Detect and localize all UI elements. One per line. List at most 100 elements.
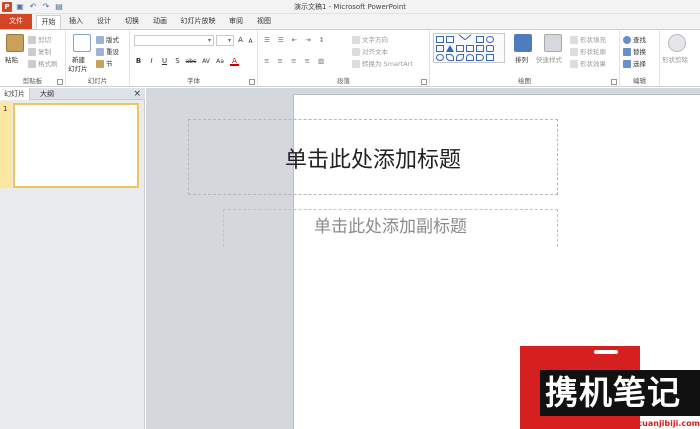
textbox-shape-icon[interactable] (446, 36, 454, 43)
rectangle-shape-icon[interactable] (436, 36, 444, 43)
layout-button[interactable]: 版式 (96, 34, 119, 44)
rect4-shape-icon[interactable] (456, 45, 464, 52)
curve-shape-icon[interactable] (446, 54, 454, 61)
tab-design[interactable]: 设计 (92, 15, 116, 29)
title-placeholder-text: 单击此处添加标题 (284, 148, 461, 173)
paste-icon[interactable] (6, 34, 24, 52)
line2-shape-icon[interactable] (464, 34, 476, 45)
reset-button[interactable]: 重设 (96, 46, 119, 56)
select-label: 选择 (633, 60, 646, 68)
char-spacing-button[interactable]: AV (200, 57, 212, 66)
tab-insert[interactable]: 插入 (64, 15, 88, 29)
close-icon[interactable]: × (133, 88, 141, 100)
font-launcher[interactable] (249, 79, 255, 85)
drawing-launcher[interactable] (611, 79, 617, 85)
change-case-button[interactable]: Aa (214, 57, 226, 66)
shapes-gallery[interactable] (433, 33, 505, 63)
smartart-button[interactable]: 转换为 SmartArt (352, 58, 413, 68)
tab-outline-pane[interactable]: 大纲 (36, 88, 58, 100)
copy-icon (28, 48, 36, 56)
drawing-group: 排列 快速样式 形状填充 形状轮廓 形状效果 绘图 (430, 30, 620, 87)
brace-shape-icon[interactable] (476, 54, 484, 61)
paragraph-launcher[interactable] (421, 79, 427, 85)
curve2-shape-icon[interactable] (456, 54, 464, 61)
tab-review[interactable]: 审阅 (224, 15, 248, 29)
shape-outline-label: 形状轮廓 (580, 48, 606, 56)
shape-effects-label: 形状效果 (580, 60, 606, 68)
arrange-icon[interactable] (514, 34, 532, 52)
extra-group: 形状剪除 (660, 30, 700, 87)
shape-format-icon[interactable] (668, 34, 686, 52)
shadow-button[interactable]: S (173, 57, 182, 66)
shape-outline-button[interactable]: 形状轮廓 (570, 46, 606, 56)
arrow2-shape-icon[interactable] (476, 45, 484, 52)
new-slide-icon[interactable] (73, 34, 91, 52)
brush-icon (28, 60, 36, 68)
font-size-combo[interactable] (216, 35, 234, 46)
copy-label: 复制 (38, 48, 51, 56)
new-slide-dropdown[interactable]: 幻灯片 (68, 63, 88, 73)
font-name-combo[interactable] (134, 35, 214, 46)
subtitle-placeholder[interactable]: 单击此处添加副标题 (223, 209, 558, 247)
slides-pane: 幻灯片 大纲 × 1 (0, 88, 145, 429)
subtitle-placeholder-text: 单击此处添加副标题 (314, 217, 467, 237)
bold-button[interactable]: B (134, 57, 143, 66)
rect3-shape-icon[interactable] (436, 45, 444, 52)
strikethrough-button[interactable]: abc (184, 57, 198, 66)
shape-format-button[interactable]: 形状剪除 (662, 54, 688, 64)
list-buttons[interactable]: ☰ ☰ ⇤ ⇥ ↕ (264, 36, 327, 44)
editing-group: 查找 替换 选择 编辑 (620, 30, 660, 87)
reset-icon (96, 48, 104, 56)
arrow-shape-icon[interactable] (466, 45, 474, 52)
find-icon (623, 36, 631, 44)
replace-button[interactable]: 替换 (623, 46, 646, 56)
circle-shape-icon[interactable] (436, 54, 444, 61)
clipboard-launcher[interactable] (57, 79, 63, 85)
arc-shape-icon[interactable] (466, 54, 474, 61)
font-color-button[interactable]: A (230, 57, 239, 66)
tab-slides-pane[interactable]: 幻灯片 (0, 88, 30, 100)
select-button[interactable]: 选择 (623, 58, 646, 68)
italic-button[interactable]: I (147, 57, 156, 66)
tab-animations[interactable]: 动画 (148, 15, 172, 29)
paste-button[interactable]: 粘贴 (5, 54, 18, 64)
shape-effects-button[interactable]: 形状效果 (570, 58, 606, 68)
tab-file[interactable]: 文件 (0, 14, 32, 29)
text-direction-button[interactable]: 文字方向 (352, 34, 388, 44)
tab-view[interactable]: 视图 (252, 15, 276, 29)
align-text-button[interactable]: 对齐文本 (352, 46, 388, 56)
line-shape-icon[interactable] (454, 34, 466, 45)
font-group-label: 字体 (187, 77, 200, 85)
star-shape-icon[interactable] (486, 54, 494, 61)
align-buttons[interactable]: ≡ ≡ ≡ ≡ ▥ (264, 57, 327, 65)
underline-button[interactable]: U (160, 57, 169, 66)
selected-slide-marker (0, 102, 12, 188)
grow-font-button[interactable]: A (236, 36, 245, 45)
find-label: 查找 (633, 36, 646, 44)
arrange-button[interactable]: 排列 (515, 54, 528, 64)
slide-thumbnail[interactable] (13, 103, 139, 188)
paragraph-group-label: 段落 (337, 77, 350, 85)
cut-button[interactable]: 剪切 (28, 34, 51, 44)
title-placeholder[interactable]: 单击此处添加标题 (188, 119, 558, 195)
select-icon (623, 60, 631, 68)
shrink-font-button[interactable]: A (246, 37, 255, 46)
cut-label: 剪切 (38, 36, 51, 44)
shape-fill-button[interactable]: 形状填充 (570, 34, 606, 44)
tab-slideshow[interactable]: 幻灯片放映 (176, 15, 220, 29)
format-painter-button[interactable]: 格式刷 (28, 58, 58, 68)
quick-styles-button[interactable]: 快速样式 (536, 54, 562, 64)
window-title: 演示文稿1 - Microsoft PowerPoint (293, 3, 407, 11)
find-button[interactable]: 查找 (623, 34, 646, 44)
rounded-shape-icon[interactable] (486, 45, 494, 52)
copy-button[interactable]: 复制 (28, 46, 51, 56)
clipboard-group: 粘贴 剪切 复制 格式刷 剪贴板 (0, 30, 66, 87)
tab-home[interactable]: 开始 (36, 15, 61, 29)
oval-shape-icon[interactable] (486, 36, 494, 43)
triangle-shape-icon[interactable] (446, 45, 454, 52)
fill-icon (570, 36, 578, 44)
quick-styles-icon[interactable] (544, 34, 562, 52)
rect2-shape-icon[interactable] (476, 36, 484, 43)
section-button[interactable]: 节 (96, 58, 113, 68)
tab-transitions[interactable]: 切换 (120, 15, 144, 29)
